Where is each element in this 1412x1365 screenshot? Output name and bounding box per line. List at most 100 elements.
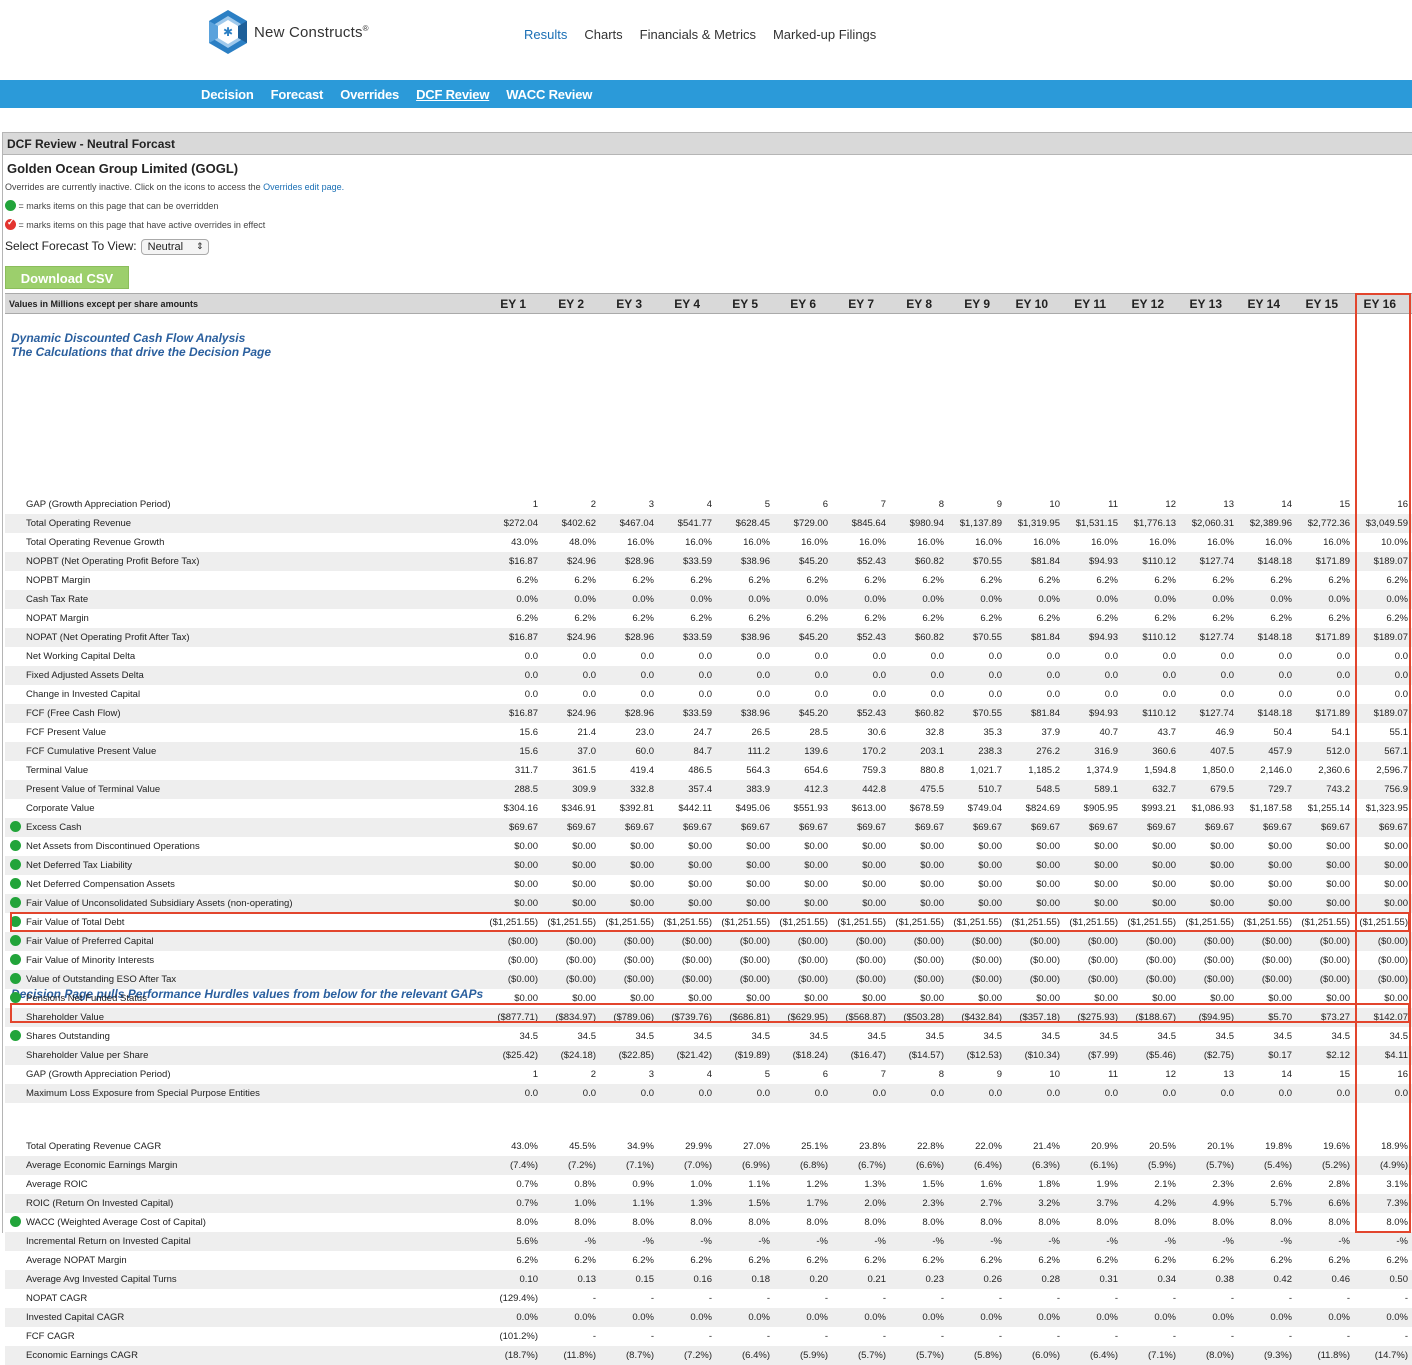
table-cell: 6.2% — [980, 1255, 1002, 1266]
table-cell: 0.0 — [640, 651, 654, 662]
table-cell: (8.7%) — [626, 1350, 654, 1361]
table-cell: - — [1172, 1331, 1176, 1342]
nav-marked-up-filings[interactable]: Marked-up Filings — [773, 27, 876, 42]
overrides-edit-link[interactable]: Overrides edit page. — [263, 182, 344, 192]
tab-forecast[interactable]: Forecast — [271, 87, 324, 102]
top-nav: Results Charts Financials & Metrics Mark… — [524, 27, 893, 42]
row-label: ROIC (Return On Invested Capital) — [26, 1198, 174, 1209]
table-cell: $171.89 — [1315, 556, 1350, 567]
legend-overridable: = marks items on this page that can be o… — [5, 200, 218, 211]
override-dot-icon[interactable] — [10, 897, 21, 908]
table-cell: ($0.00) — [913, 955, 944, 966]
table-cell: 6.2% — [1038, 575, 1060, 586]
table-cell: (6.4%) — [1090, 1350, 1118, 1361]
table-cell: ($432.84) — [961, 1012, 1002, 1023]
table-cell: 34.5 — [635, 1031, 655, 1042]
table-cell: ($1,251.55) — [489, 917, 538, 928]
table-cell: $94.93 — [1088, 632, 1118, 643]
table-cell: $0.00 — [920, 860, 944, 871]
table-cell: 332.8 — [630, 784, 654, 795]
brand-name[interactable]: New Constructs® — [254, 24, 369, 41]
table-cell: ($94.95) — [1198, 1012, 1234, 1023]
table-cell: ($16.47) — [850, 1050, 886, 1061]
table-cell: - — [1230, 1293, 1234, 1304]
table-cell: (5.9%) — [1148, 1160, 1176, 1171]
table-cell: 0.0 — [582, 651, 596, 662]
table-cell: 111.2 — [747, 746, 770, 757]
table-cell: ($1,251.55) — [1359, 917, 1408, 928]
table-cell: 34.5 — [1389, 1031, 1409, 1042]
table-cell: 6.2% — [690, 575, 712, 586]
column-header-ey8: EY 8 — [906, 297, 932, 311]
table-cell: 0.0% — [748, 1312, 770, 1323]
table-cell: 12 — [1165, 1069, 1176, 1080]
table-row: NOPAT (Net Operating Profit After Tax) $1… — [5, 628, 1412, 647]
table-cell: 28.5 — [809, 727, 829, 738]
tab-overrides[interactable]: Overrides — [340, 87, 399, 102]
table-cell: ($0.00) — [1377, 936, 1408, 947]
override-dot-icon[interactable] — [10, 954, 21, 965]
tab-dcf-review[interactable]: DCF Review — [416, 87, 489, 102]
table-cell: 0.0 — [524, 689, 538, 700]
table-cell: 5.7% — [1270, 1198, 1292, 1209]
table-cell: (7.4%) — [510, 1160, 538, 1171]
table-cell: 37.0 — [577, 746, 597, 757]
table-cell: ($0.00) — [1261, 955, 1292, 966]
table-cell: 0.0 — [582, 1088, 596, 1099]
table-cell: (6.0%) — [1032, 1350, 1060, 1361]
table-cell: 6.2% — [1038, 613, 1060, 624]
tab-wacc-review[interactable]: WACC Review — [506, 87, 592, 102]
table-cell: ($19.89) — [734, 1050, 770, 1061]
override-dot-icon[interactable] — [10, 878, 21, 889]
override-dot-icon[interactable] — [10, 973, 21, 984]
table-cell: 9 — [996, 499, 1002, 510]
table-row: FCF Cumulative Present Value 15.6 37.0 60.0… — [5, 742, 1412, 761]
table-cell: 419.4 — [630, 765, 654, 776]
override-dot-icon[interactable] — [10, 1216, 21, 1227]
table-row: Fair Value of Total Debt ($1,251.55) ($1,2… — [5, 913, 1412, 932]
table-row: Net Deferred Compensation Assets $0.00 $0.… — [5, 875, 1412, 894]
table-cell: $1,319.95 — [1017, 518, 1060, 529]
table-cell: 0.0 — [1394, 651, 1408, 662]
row-label: Economic Earnings CAGR — [26, 1350, 138, 1361]
table-cell: 3.2% — [1038, 1198, 1060, 1209]
table-cell: 8.0% — [632, 1217, 654, 1228]
table-cell: - — [1056, 1293, 1060, 1304]
table-cell: 6.2% — [1212, 575, 1234, 586]
table-cell: - — [1288, 1331, 1292, 1342]
table-cell: 1 — [532, 499, 538, 510]
override-dot-icon[interactable] — [10, 1030, 21, 1041]
table-cell: ($5.46) — [1145, 1050, 1176, 1061]
override-dot-icon[interactable] — [10, 992, 21, 1003]
table-cell: 6.2% — [1096, 613, 1118, 624]
table-cell: 6 — [822, 499, 828, 510]
table-row: FCF CAGR (101.2%) - - - - - - - - - - - - - - - — [5, 1327, 1412, 1346]
table-row: Total Operating Revenue CAGR 43.0% 45.5% 34… — [5, 1137, 1412, 1156]
override-dot-icon[interactable] — [10, 840, 21, 851]
table-cell: (4.9%) — [1380, 1160, 1408, 1171]
table-cell: $0.00 — [572, 879, 596, 890]
row-label: WACC (Weighted Average Cost of Capital) — [26, 1217, 206, 1228]
nav-financials-metrics[interactable]: Financials & Metrics — [640, 27, 756, 42]
table-cell: 1.1% — [632, 1198, 654, 1209]
override-dot-icon[interactable] — [10, 859, 21, 870]
table-cell: -% — [1106, 1236, 1118, 1247]
override-dot-icon[interactable] — [10, 935, 21, 946]
table-cell: 407.5 — [1210, 746, 1234, 757]
nav-results[interactable]: Results — [524, 27, 567, 42]
table-cell: ($0.00) — [1319, 955, 1350, 966]
table-cell: 6.2% — [574, 575, 596, 586]
new-constructs-logo-icon[interactable]: ✱ — [204, 8, 252, 56]
table-cell: 34.5 — [1099, 1031, 1119, 1042]
forecast-select[interactable]: Neutral — [140, 239, 209, 255]
table-cell: $110.12 — [1142, 708, 1176, 719]
table-cell: -% — [1164, 1236, 1176, 1247]
table-cell: 0.0 — [1394, 670, 1408, 681]
table-cell: 6.2% — [1270, 1255, 1292, 1266]
tab-decision[interactable]: Decision — [201, 87, 254, 102]
override-dot-icon[interactable] — [10, 821, 21, 832]
override-dot-icon[interactable] — [10, 916, 21, 927]
download-csv-button[interactable]: Download CSV — [5, 266, 129, 289]
svg-text:✱: ✱ — [223, 25, 233, 39]
nav-charts[interactable]: Charts — [584, 27, 622, 42]
